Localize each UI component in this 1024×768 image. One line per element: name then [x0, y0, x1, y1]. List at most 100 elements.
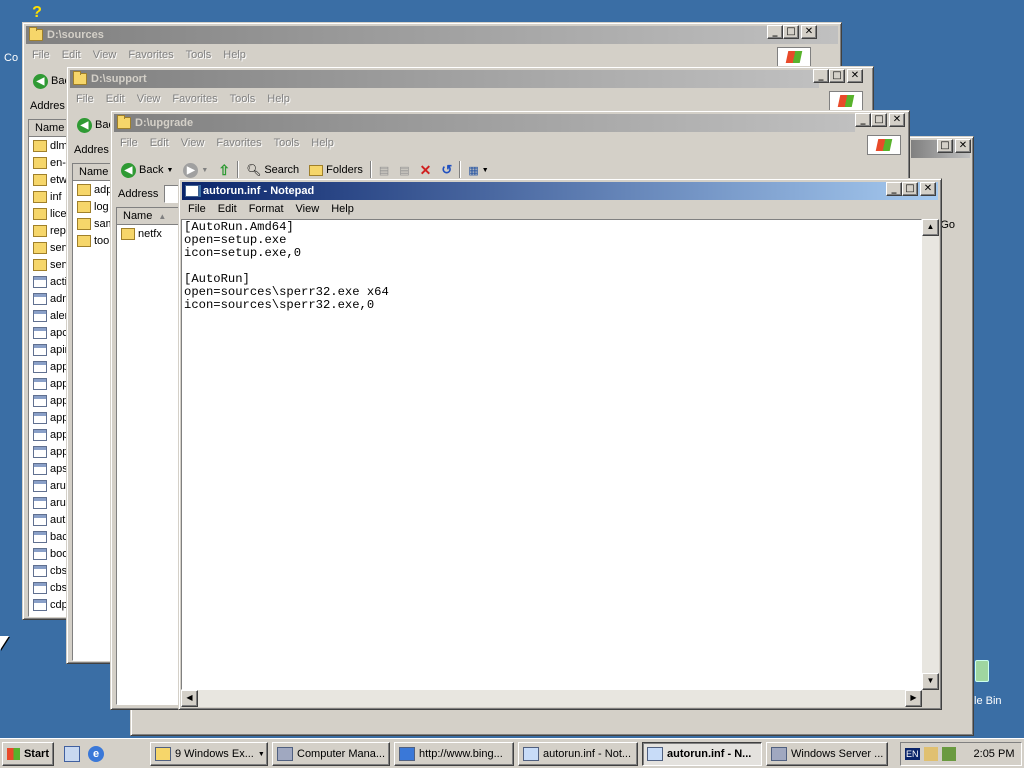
copy-to-button[interactable]: ▤ — [396, 164, 412, 177]
vertical-scrollbar[interactable]: ▲ ▼ — [922, 219, 939, 690]
menu-favorites[interactable]: Favorites — [122, 49, 179, 61]
recycle-bin-icon[interactable] — [972, 658, 992, 686]
internet-explorer-icon — [399, 747, 415, 761]
menu-view[interactable]: View — [87, 49, 123, 61]
close-button[interactable]: ✕ — [920, 182, 936, 196]
security-icon[interactable] — [941, 747, 956, 761]
window-controls: _ □ ✕ — [855, 113, 905, 127]
network-icon[interactable] — [923, 747, 938, 761]
dropdown-arrow-icon: ▼ — [166, 166, 174, 174]
menu-file[interactable]: File — [26, 49, 56, 61]
list-item-label: acti — [50, 275, 68, 288]
title-bar[interactable]: D:\support — [70, 70, 819, 88]
column-header-name[interactable]: Name ▲ — [117, 208, 183, 225]
file-icon — [33, 547, 47, 560]
minimize-button[interactable]: _ — [886, 182, 902, 196]
menu-format[interactable]: Format — [243, 203, 290, 215]
scroll-down-button[interactable]: ▼ — [922, 673, 939, 690]
close-button[interactable]: ✕ — [801, 25, 817, 39]
menu-help[interactable]: Help — [261, 93, 296, 105]
maximize-button[interactable]: □ — [871, 113, 887, 127]
menu-edit[interactable]: Edit — [56, 49, 87, 61]
maximize-button[interactable]: □ — [937, 139, 953, 153]
menu-help[interactable]: Help — [305, 137, 340, 149]
text-editor[interactable]: [AutoRun.Amd64] open=setup.exe icon=setup.… — [181, 219, 922, 690]
list-item[interactable]: adp — [73, 181, 111, 198]
maximize-button[interactable]: □ — [829, 69, 845, 83]
menu-help[interactable]: Help — [217, 49, 252, 61]
views-button[interactable]: ▦ ▼ — [465, 164, 491, 177]
undo-button[interactable]: ↺ — [438, 162, 455, 178]
language-indicator[interactable]: EN — [905, 748, 920, 760]
clock[interactable]: 2:05 PM — [974, 748, 1015, 760]
help-desktop-icon[interactable]: ? — [28, 4, 50, 24]
file-list[interactable]: Name ▲ netfx — [116, 207, 184, 705]
menu-edit[interactable]: Edit — [144, 137, 175, 149]
title-bar[interactable]: autorun.inf - Notepad — [182, 182, 938, 200]
taskbar-button[interactable]: 9 Windows Ex... ▼ — [150, 742, 268, 766]
windows-logo-icon — [829, 91, 863, 111]
menu-view[interactable]: View — [290, 203, 326, 215]
horizontal-scrollbar[interactable]: ◀ ▶ — [181, 690, 922, 707]
list-item[interactable]: log — [73, 198, 111, 215]
folders-button[interactable]: Folders — [306, 164, 366, 176]
title-bar[interactable]: D:\upgrade — [114, 114, 855, 132]
file-list[interactable]: Name adp log sam too — [72, 163, 112, 661]
up-folder-button[interactable]: ⇧ — [215, 162, 233, 179]
internet-explorer-icon[interactable]: e — [88, 746, 104, 762]
file-icon — [33, 564, 47, 577]
show-desktop-icon[interactable] — [64, 746, 80, 762]
taskbar-button[interactable]: http://www.bing... — [394, 742, 514, 766]
taskbar-button[interactable]: Computer Mana... — [272, 742, 390, 766]
menu-help[interactable]: Help — [325, 203, 360, 215]
list-item[interactable]: sam — [73, 215, 111, 232]
minimize-button[interactable]: _ — [813, 69, 829, 83]
menu-view[interactable]: View — [131, 93, 167, 105]
menu-file[interactable]: File — [114, 137, 144, 149]
menu-favorites[interactable]: Favorites — [210, 137, 267, 149]
taskbar-button[interactable]: autorun.inf - Not... — [518, 742, 638, 766]
menu-view[interactable]: View — [175, 137, 211, 149]
back-label: Back — [139, 164, 164, 176]
folders-label: Folders — [326, 164, 363, 176]
scroll-left-button[interactable]: ◀ — [181, 690, 198, 707]
go-button[interactable]: Go — [940, 219, 955, 231]
menu-file[interactable]: File — [70, 93, 100, 105]
maximize-button[interactable]: □ — [902, 182, 918, 196]
taskbar-button-label: http://www.bing... — [419, 748, 503, 760]
start-button[interactable]: Start — [2, 742, 54, 766]
column-header-name[interactable]: Name — [73, 164, 111, 181]
folder-icon — [77, 183, 91, 196]
toolbar-separator — [237, 161, 240, 179]
scroll-right-button[interactable]: ▶ — [905, 690, 922, 707]
move-to-button[interactable]: ▤ — [376, 164, 392, 177]
menu-edit[interactable]: Edit — [100, 93, 131, 105]
taskbar-button[interactable]: Windows Server ... — [766, 742, 888, 766]
menu-favorites[interactable]: Favorites — [166, 93, 223, 105]
scroll-up-button[interactable]: ▲ — [922, 219, 939, 236]
list-item[interactable]: netfx — [117, 225, 183, 242]
size-grip[interactable] — [922, 690, 939, 707]
menu-edit[interactable]: Edit — [212, 203, 243, 215]
maximize-button[interactable]: □ — [783, 25, 799, 39]
taskbar-button[interactable]: autorun.inf - N... — [642, 742, 762, 766]
list-item[interactable]: too — [73, 232, 111, 249]
folder-icon — [33, 156, 47, 169]
close-button[interactable]: ✕ — [847, 69, 863, 83]
back-button[interactable]: ◀ Back ▼ — [118, 162, 176, 178]
close-button[interactable]: ✕ — [955, 139, 971, 153]
search-button[interactable]: 🔍︎ Search — [243, 163, 302, 177]
text-line: icon=setup.exe,0 — [184, 246, 302, 260]
title-bar[interactable]: D:\sources — [26, 26, 838, 44]
close-button[interactable]: ✕ — [889, 113, 905, 127]
notepad-window[interactable]: autorun.inf - Notepad _ □ ✕ File Edit Fo… — [178, 178, 942, 710]
menu-file[interactable]: File — [182, 203, 212, 215]
text-line: icon=sources\sperr32.exe,0 — [184, 298, 375, 312]
menu-tools[interactable]: Tools — [224, 93, 262, 105]
menu-tools[interactable]: Tools — [180, 49, 218, 61]
delete-button[interactable]: ✕ — [417, 162, 435, 179]
minimize-button[interactable]: _ — [855, 113, 871, 127]
minimize-button[interactable]: _ — [767, 25, 783, 39]
forward-button[interactable]: ▶ ▼ — [180, 162, 211, 178]
menu-tools[interactable]: Tools — [268, 137, 306, 149]
